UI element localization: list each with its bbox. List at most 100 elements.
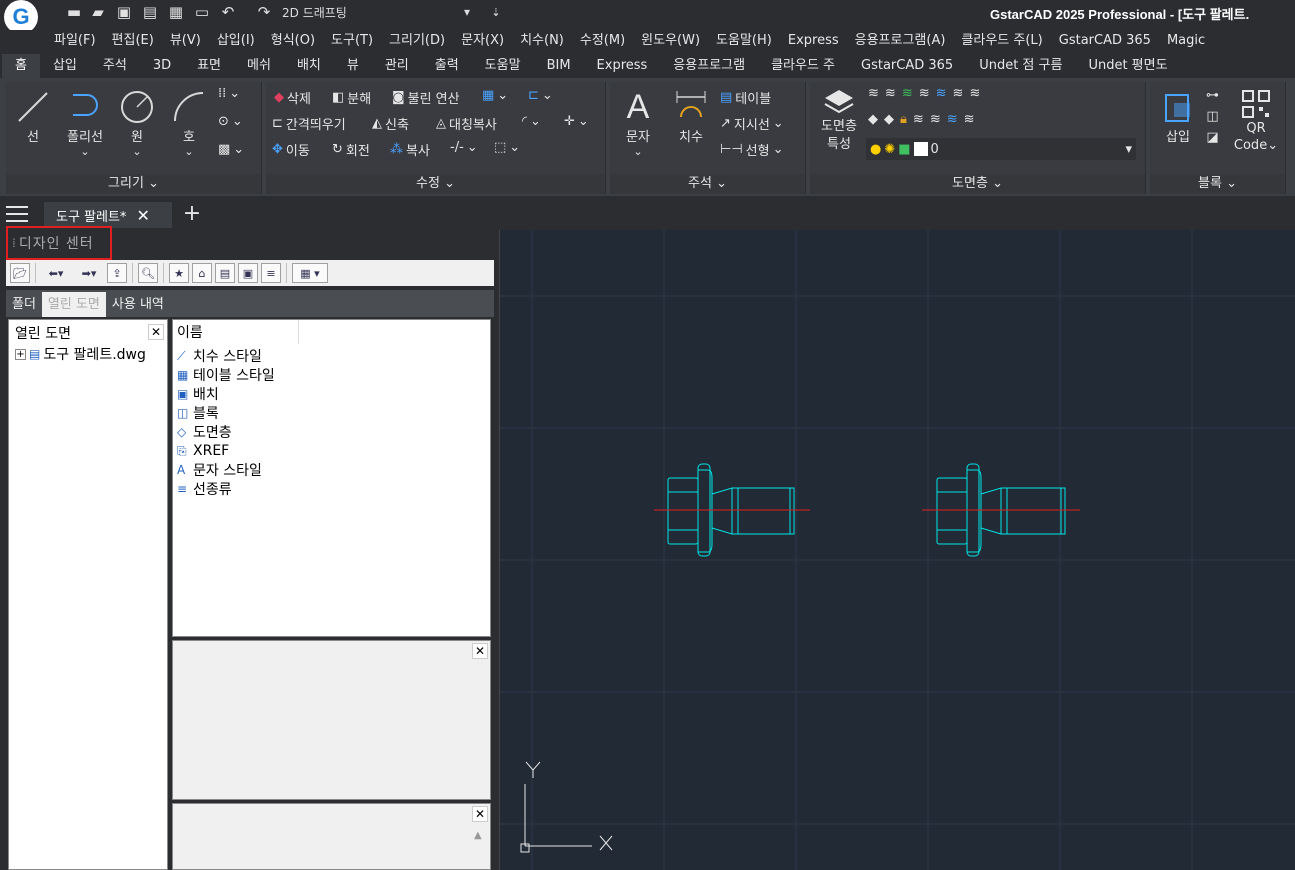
menu-item[interactable]: 문자(X) <box>453 30 512 52</box>
open-folder-icon[interactable]: ▰ <box>88 2 108 22</box>
close-icon[interactable]: ✕ <box>472 643 488 659</box>
rotate-button[interactable]: ↻ 회전 <box>332 140 370 159</box>
ribbon-tab[interactable]: GstarCAD 365 <box>848 54 966 78</box>
menu-item[interactable]: 편집(E) <box>104 30 162 52</box>
ribbon-tab[interactable]: 뷰 <box>334 54 372 78</box>
hamburger-menu-icon[interactable] <box>6 206 28 222</box>
scroll-up-arrow-icon[interactable]: ▲ <box>474 830 482 841</box>
layer-lock-icon[interactable]: 🔒︎ <box>900 112 907 127</box>
views-icon[interactable]: ▦ ▾ <box>292 263 328 283</box>
drag-grip-icon[interactable]: ⁞ <box>12 236 17 250</box>
favorites-icon[interactable]: ★ <box>169 263 189 283</box>
layer-tool-icon[interactable]: ≋ <box>947 112 958 127</box>
back-arrow-icon[interactable]: ⬅▾ <box>41 263 71 283</box>
ribbon-tab[interactable]: 표면 <box>184 54 234 78</box>
list-item[interactable]: ⟋ 치수 스타일 <box>177 346 262 365</box>
layer-tool-icon[interactable]: ≋ <box>969 86 980 101</box>
draw-panel-title[interactable]: 그리기 ⌄ <box>6 174 261 194</box>
menu-item[interactable]: 윈도우(W) <box>633 30 708 52</box>
layer-tool-icon[interactable]: ≋ <box>953 86 964 101</box>
annotation-panel-title[interactable]: 주석 ⌄ <box>610 174 805 194</box>
leader-button[interactable]: ↗ 지시선 ⌄ <box>720 114 784 133</box>
design-center-tab[interactable]: 열린 도면 <box>41 292 106 317</box>
list-item[interactable]: ≡ 선종류 <box>177 479 232 498</box>
align-button[interactable]: ⊏ ⌄ <box>528 88 553 103</box>
grid-tool[interactable]: ⁞⁞ ⌄ <box>218 86 240 101</box>
ribbon-tab[interactable]: 출력 <box>422 54 472 78</box>
design-center-tab[interactable]: 폴더 <box>6 292 42 317</box>
linear-button[interactable]: ⊢⊣ 선형 ⌄ <box>720 140 783 159</box>
ribbon-tab[interactable]: 3D <box>140 54 184 78</box>
ribbon-tab[interactable]: 배치 <box>284 54 334 78</box>
menu-item[interactable]: GstarCAD 365 <box>1051 30 1159 52</box>
dimension-button[interactable]: 치수 <box>668 88 714 145</box>
layer-select[interactable]: ● ✺ ■ 0 ▾ <box>866 138 1136 160</box>
table-button[interactable]: ▤ 테이블 <box>720 88 771 107</box>
layer-tool-icon[interactable]: ≋ <box>930 112 941 127</box>
design-center-tab[interactable]: 사용 내역 <box>106 292 170 317</box>
menu-item[interactable]: 파일(F) <box>46 30 104 52</box>
menu-item[interactable]: 도구(T) <box>323 30 381 52</box>
app-logo[interactable]: G <box>4 0 38 34</box>
layer-tool-icon[interactable]: ≋ <box>936 86 947 101</box>
close-icon[interactable]: ✕ <box>136 206 149 225</box>
redo-icon[interactable]: ↷ <box>254 2 274 22</box>
menu-item[interactable]: 치수(N) <box>512 30 572 52</box>
line-button[interactable]: 선 <box>10 88 56 145</box>
fillet-button[interactable]: ◜ ⌄ <box>522 114 541 129</box>
array-button[interactable]: ▦ ⌄ <box>482 88 508 103</box>
layer-tool-icon[interactable]: ◆ <box>868 112 878 127</box>
menu-item[interactable]: 그리기(D) <box>381 30 453 52</box>
ribbon-tab[interactable]: 응용프로그램 <box>660 54 758 78</box>
new-file-icon[interactable]: ▬ <box>64 2 84 22</box>
ellipse-tool[interactable]: ⊙ ⌄ <box>218 114 243 129</box>
stretch-button[interactable]: ◭ 신축 <box>372 114 409 133</box>
boolean-button[interactable]: ◙ 불린 연산 <box>392 88 460 107</box>
name-column-header[interactable]: 이름 <box>173 320 299 344</box>
close-icon[interactable]: ✕ <box>148 324 164 340</box>
mirror-button[interactable]: ◬ 대칭복사 <box>436 114 497 133</box>
qr-code-button[interactable]: QR Code⌄ <box>1234 88 1278 154</box>
close-icon[interactable]: ✕ <box>472 806 488 822</box>
menu-item[interactable]: 도움말(H) <box>708 30 780 52</box>
menu-item[interactable]: 응용프로그램(A) <box>847 30 954 52</box>
menu-item[interactable]: 수정(M) <box>572 30 633 52</box>
menu-item[interactable]: 삽입(I) <box>209 30 263 52</box>
design-center-title[interactable]: ⁞ 디자인 센터 <box>6 226 112 260</box>
layer-tool-icon[interactable]: ≋ <box>902 86 913 101</box>
ribbon-tab[interactable]: 삽입 <box>40 54 90 78</box>
layer-tool-icon[interactable]: ≋ <box>919 86 930 101</box>
preview-toggle-icon[interactable]: ▣ <box>238 263 258 283</box>
ribbon-tab[interactable]: 도움말 <box>472 54 534 78</box>
list-item[interactable]: ▦ 테이블 스타일 <box>177 365 275 384</box>
home-icon[interactable]: ⌂ <box>192 263 212 283</box>
menu-item[interactable]: Express <box>780 30 847 52</box>
text-button[interactable]: A 문자 ⌄ <box>614 88 662 159</box>
block-edit-icon[interactable]: ⊶ <box>1206 88 1219 103</box>
ribbon-tab[interactable]: 홈 <box>2 54 40 78</box>
menu-item[interactable]: Magic <box>1159 30 1213 52</box>
menu-item[interactable]: 형식(O) <box>263 30 323 52</box>
document-tab[interactable]: 도구 팔레트* ✕ <box>44 202 172 228</box>
scale-button[interactable]: ⬚ ⌄ <box>494 140 520 155</box>
polyline-button[interactable]: 폴리선 ⌄ <box>60 88 110 158</box>
description-toggle-icon[interactable]: ≡ <box>261 263 281 283</box>
save-as-icon[interactable]: ▤ <box>140 2 160 22</box>
block-attribute-icon[interactable]: ◪ <box>1206 130 1218 145</box>
print-icon[interactable]: ▭ <box>192 2 212 22</box>
ribbon-tab[interactable]: 메쉬 <box>234 54 284 78</box>
up-folder-icon[interactable]: ⇪ <box>107 263 127 283</box>
layer-tool-icon[interactable]: ≋ <box>868 86 879 101</box>
circle-button[interactable]: 원 ⌄ <box>114 88 160 158</box>
menu-item[interactable]: 클라우드 주(L) <box>953 30 1050 52</box>
workspace-select[interactable]: 2D 드래프팅 ▾ <box>280 2 476 22</box>
ribbon-tab[interactable]: Undet 점 구름 <box>966 54 1075 78</box>
undo-icon[interactable]: ↶ <box>218 2 238 22</box>
list-item[interactable]: ⎘ XREF <box>177 441 229 460</box>
layer-properties-button[interactable]: 도면층 특성 <box>812 86 866 154</box>
customize-qa-icon[interactable]: ⇣ <box>486 2 506 22</box>
menu-item[interactable]: 뷰(V) <box>162 30 209 52</box>
load-folder-icon[interactable]: 📂︎ <box>10 263 30 283</box>
add-tab-plus-icon[interactable]: + <box>180 202 204 228</box>
search-icon[interactable]: 🔍︎ <box>138 263 158 283</box>
